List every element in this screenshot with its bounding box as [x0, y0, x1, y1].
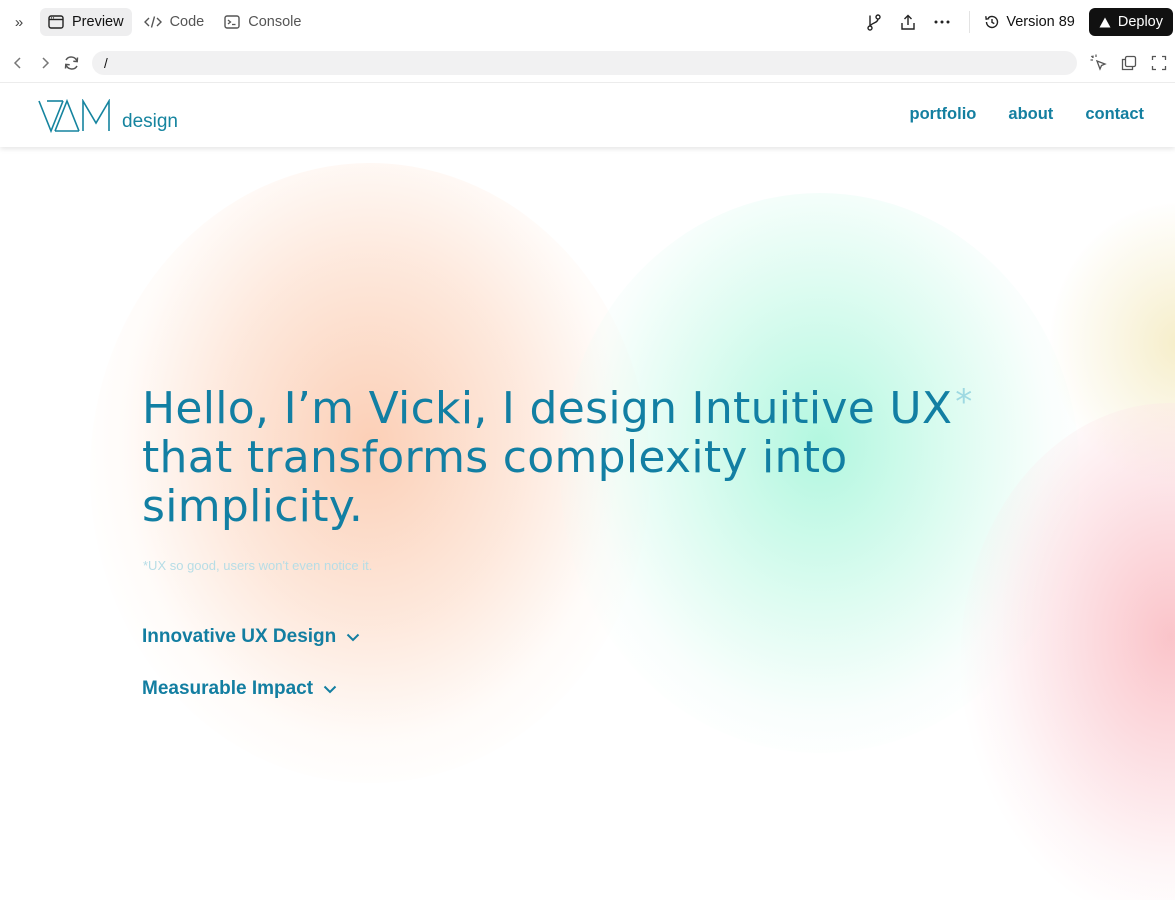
back-button[interactable] — [4, 50, 31, 76]
version-history-button[interactable]: Version 89 — [984, 14, 1075, 30]
refresh-icon — [64, 56, 79, 70]
expander-measurable-impact-label: Measurable Impact — [142, 678, 314, 699]
tab-preview-label: Preview — [72, 14, 124, 30]
hero-line-3: simplicity. — [142, 481, 364, 532]
chevron-down-icon — [347, 633, 360, 641]
tab-code[interactable]: Code — [136, 8, 213, 36]
tab-preview[interactable]: Preview — [40, 8, 132, 36]
chevron-left-icon — [13, 57, 21, 69]
chevron-right-icon — [41, 57, 49, 69]
tab-console-label: Console — [248, 14, 302, 30]
git-branch-icon — [867, 13, 882, 31]
reload-button[interactable] — [58, 50, 85, 76]
code-brackets-icon — [143, 16, 162, 28]
hero-line-1-text: Hello, I’m Vicki, I design Intuitive UX — [142, 383, 953, 434]
hero-footnote: *UX so good, users won't even notice it. — [143, 558, 373, 573]
nav-portfolio[interactable]: portfolio — [909, 105, 976, 124]
share-upload-icon — [901, 14, 916, 30]
tab-console[interactable]: Console — [216, 8, 309, 36]
site-logo[interactable]: design — [38, 99, 178, 133]
copy-window-icon — [1121, 55, 1137, 71]
site-preview: design portfolio about contact Hello, I’… — [0, 83, 1175, 900]
browser-window-icon — [48, 15, 64, 29]
triangle-icon — [1099, 17, 1111, 27]
expander-innovative-ux-label: Innovative UX Design — [142, 626, 337, 647]
hero-line-2: that transforms complexity into — [142, 432, 848, 483]
history-icon — [985, 15, 999, 29]
deploy-label: Deploy — [1117, 14, 1163, 30]
expander-innovative-ux[interactable]: Innovative UX Design — [142, 626, 360, 648]
preview-address-bar: / — [0, 44, 1175, 83]
nav-contact[interactable]: contact — [1085, 105, 1144, 124]
site-nav: portfolio about contact — [909, 105, 1144, 124]
branch-button[interactable] — [857, 8, 891, 36]
url-input[interactable]: / — [92, 51, 1077, 75]
hero-headline: Hello, I’m Vicki, I design Intuitive UX*… — [142, 378, 1042, 531]
vam-logo-mark — [38, 99, 110, 133]
editor-toolbar: » Preview Code Console Version 89 Deploy — [0, 0, 1175, 44]
toolbar-divider — [969, 11, 971, 33]
expander-measurable-impact[interactable]: Measurable Impact — [142, 678, 337, 700]
more-horizontal-icon — [934, 20, 950, 24]
share-button[interactable] — [891, 8, 925, 36]
forward-button[interactable] — [31, 50, 58, 76]
open-new-window-button[interactable] — [1115, 49, 1143, 77]
chevron-down-icon — [323, 685, 337, 693]
site-header: design portfolio about contact — [0, 83, 1175, 147]
logo-text: design — [122, 111, 178, 132]
cursor-select-icon — [1090, 54, 1107, 71]
deploy-button[interactable]: Deploy — [1088, 8, 1173, 36]
tab-code-label: Code — [169, 14, 205, 30]
terminal-icon — [224, 15, 240, 29]
fullscreen-icon — [1151, 55, 1167, 71]
version-label: Version 89 — [1006, 14, 1075, 30]
hero-asterisk: * — [955, 382, 973, 422]
more-options-button[interactable] — [925, 8, 959, 36]
nav-about[interactable]: about — [1008, 105, 1053, 124]
expand-sidebar-icon[interactable]: » — [8, 11, 30, 33]
element-picker-button[interactable] — [1085, 49, 1113, 77]
fullscreen-button[interactable] — [1145, 49, 1173, 77]
hero-line-1: Hello, I’m Vicki, I design Intuitive UX* — [142, 378, 1042, 433]
